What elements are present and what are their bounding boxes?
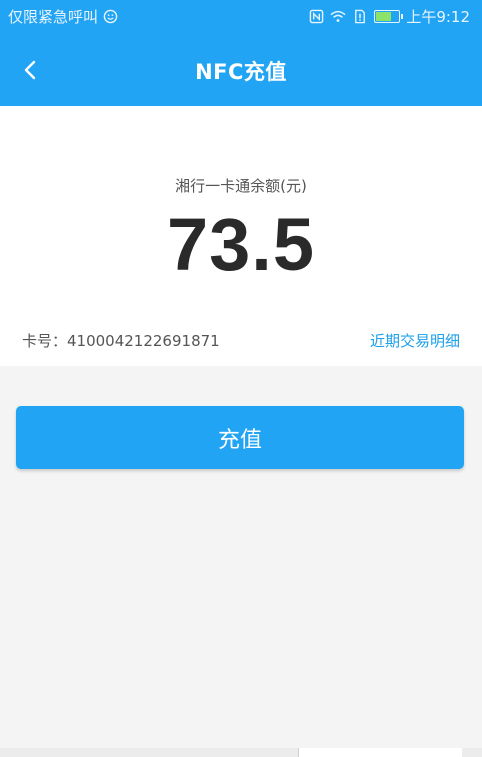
card-number: 卡号：4100042122691871: [22, 332, 220, 350]
bottom-edge-piece: [298, 748, 462, 757]
recent-transactions-link[interactable]: 近期交易明细: [370, 330, 460, 351]
page-title: NFC充值: [195, 60, 287, 84]
app-bar: NFC充值: [0, 34, 482, 106]
status-time: 上午9:12: [406, 8, 470, 26]
battery-icon: [374, 10, 404, 23]
balance-label: 湘行一卡通余额(元): [175, 177, 307, 195]
bottom-edge: [0, 748, 482, 757]
wifi-icon: [330, 9, 346, 25]
status-bar: 仅限紧急呼叫 上午9:12: [0, 0, 482, 34]
recharge-button[interactable]: 充值: [16, 406, 464, 469]
balance-value: 73.5: [166, 203, 316, 286]
nfc-icon: [308, 9, 324, 25]
battery-fill: [376, 12, 391, 21]
carrier-text: 仅限紧急呼叫: [8, 8, 99, 26]
emoji-icon: [102, 9, 118, 25]
status-left: 仅限紧急呼叫: [8, 6, 118, 27]
balance-card: 湘行一卡通余额(元) 73.5 卡号：4100042122691871 近期交易…: [0, 106, 482, 366]
sim-icon: [352, 9, 368, 25]
status-right: 上午9:12: [308, 6, 470, 27]
